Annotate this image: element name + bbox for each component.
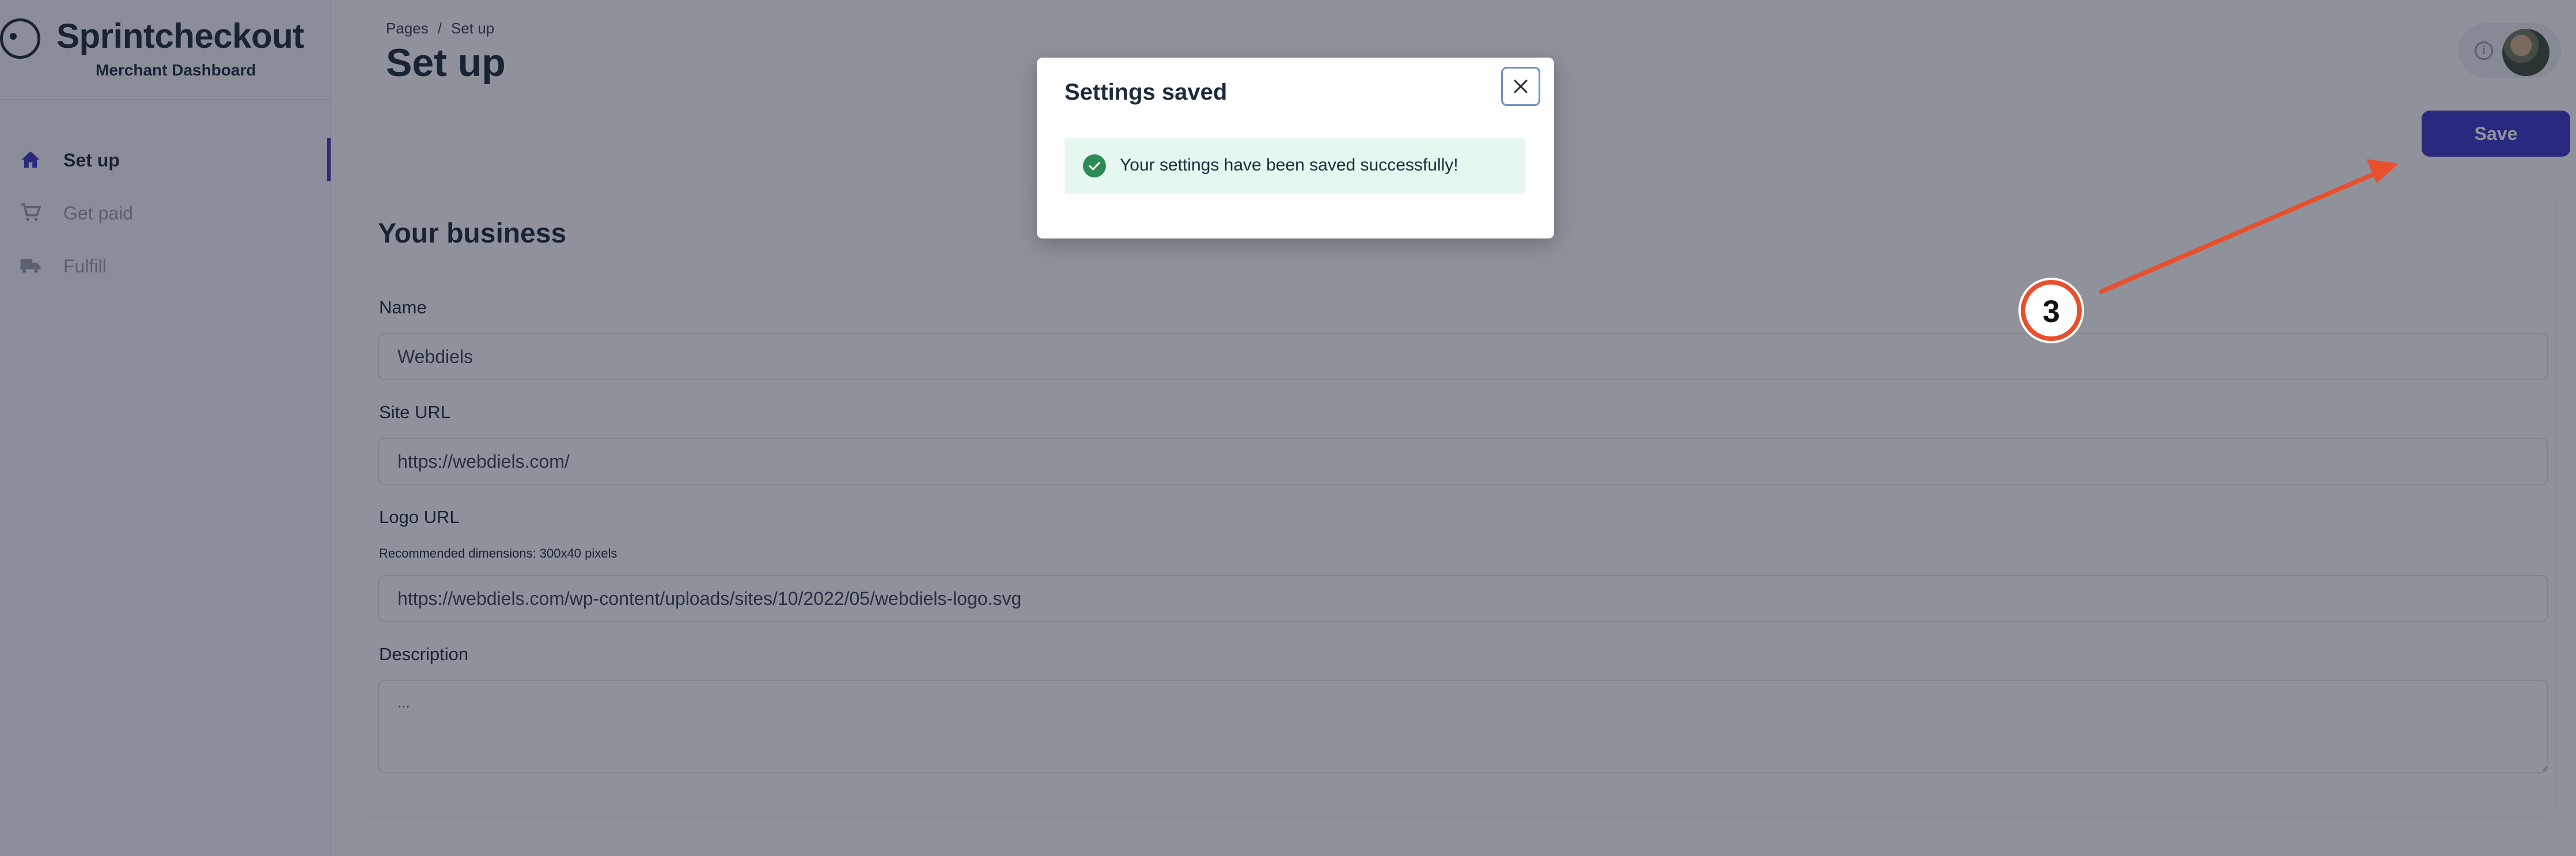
check-circle-icon — [1083, 154, 1106, 177]
dialog-title: Settings saved — [1065, 79, 1228, 105]
settings-saved-dialog: Settings saved Your settings have been s… — [1037, 58, 1554, 238]
step-badge: 3 — [2021, 280, 2082, 341]
close-button[interactable] — [1501, 67, 1540, 106]
close-icon — [1514, 79, 1528, 93]
step-number: 3 — [2042, 294, 2060, 329]
success-alert: Your settings have been saved successful… — [1065, 138, 1525, 194]
success-message: Your settings have been saved successful… — [1120, 156, 1459, 175]
